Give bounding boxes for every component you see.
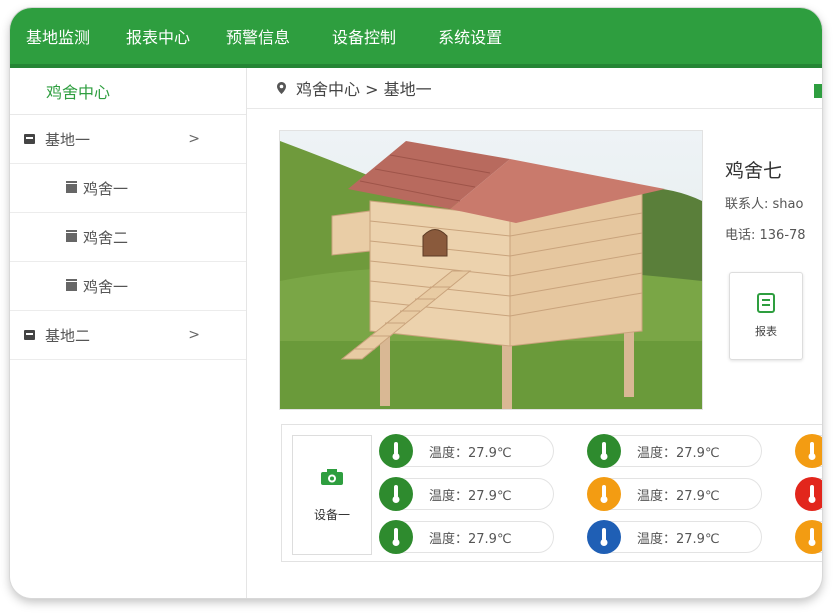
top-navigation: 基地监测 报表中心 预警信息 设备控制 系统设置 [10, 8, 822, 68]
coop-info: 鸡舍七 联系人: shao 电话: 136-78 [725, 156, 822, 255]
coop-icon [66, 278, 77, 291]
sensor-reading[interactable]: 温度：27.9℃ [587, 477, 762, 511]
base-icon [24, 134, 35, 144]
report-icon [757, 293, 775, 313]
sidebar-item-label: 基地二 [45, 326, 91, 345]
scroll-indicator [814, 84, 822, 98]
report-button[interactable]: 报表 [729, 272, 803, 360]
thermometer-icon [600, 442, 608, 460]
contact-phone: 电话: 136-78 [725, 228, 806, 243]
nav-report-center[interactable]: 报表中心 [106, 8, 206, 64]
sensor-reading[interactable]: 温度：27.9℃ [587, 520, 762, 554]
app-window: 基地监测 报表中心 预警信息 设备控制 系统设置 鸡舍中心 基地一 > 鸡舍一 … [10, 8, 822, 598]
coop-icon [66, 180, 77, 193]
sidebar-item-label: 鸡舍一 [83, 179, 129, 198]
sidebar-item-base-2[interactable]: 基地二 > [10, 311, 246, 360]
breadcrumb: 鸡舍中心 > 基地一 [247, 68, 822, 109]
sensor-status-dot [379, 520, 413, 554]
coop-name: 鸡舍七 [725, 160, 783, 182]
sidebar-item-base-1[interactable]: 基地一 > [10, 115, 246, 164]
device-card[interactable]: 设备一 [292, 435, 372, 555]
sensor-reading[interactable]: 温度：27.9℃ [379, 477, 554, 511]
device-label: 设备一 [313, 507, 350, 522]
sensor-text: 温度：27.9℃ [429, 445, 512, 461]
contact-person: 联系人: shao [725, 197, 804, 212]
sidebar-item-coop-1[interactable]: 鸡舍一 [10, 164, 246, 213]
device-panel: 设备一 温度：27.9℃ 温度：27.9℃ 温度：27.9℃ 温度：27.9℃ 温度：2… [281, 424, 822, 562]
sensor-status-dot [795, 434, 822, 468]
main-content: 鸡舍中心 > 基地一 鸡舍七 联系人: shao 电话: 136-78 报表 设… [247, 68, 822, 598]
base-icon [24, 330, 35, 340]
location-pin-icon [277, 82, 286, 94]
sensor-status-dot [795, 520, 822, 554]
thermometer-icon [808, 528, 816, 546]
thermometer-icon [392, 528, 400, 546]
sidebar-title: 鸡舍中心 [10, 68, 246, 115]
thermometer-icon [808, 485, 816, 503]
breadcrumb-text: 鸡舍中心 > 基地一 [296, 80, 432, 99]
sidebar-item-label: 基地一 [45, 130, 91, 149]
chevron-right-icon: > [188, 327, 200, 343]
thermometer-icon [392, 442, 400, 460]
sensor-status-dot [587, 520, 621, 554]
sensor-reading[interactable] [795, 434, 822, 468]
nav-alert-info[interactable]: 预警信息 [206, 8, 306, 64]
nav-device-control[interactable]: 设备控制 [306, 8, 412, 64]
sensor-text: 温度：27.9℃ [429, 488, 512, 504]
sensor-status-dot [379, 477, 413, 511]
sensor-text: 温度：27.9℃ [429, 531, 512, 547]
sensor-status-dot [795, 477, 822, 511]
thermometer-icon [808, 442, 816, 460]
sidebar-item-coop-3[interactable]: 鸡舍一 [10, 262, 246, 311]
sensor-reading[interactable]: 温度：27.9℃ [379, 434, 554, 468]
sidebar-item-label: 鸡舍二 [83, 228, 129, 247]
thermometer-icon [600, 528, 608, 546]
coop-photo [279, 130, 703, 410]
sensor-text: 温度：27.9℃ [637, 488, 720, 504]
sidebar: 鸡舍中心 基地一 > 鸡舍一 鸡舍二 鸡舍一 基地二 > [10, 68, 247, 598]
sidebar-item-coop-2[interactable]: 鸡舍二 [10, 213, 246, 262]
nav-system-settings[interactable]: 系统设置 [412, 8, 518, 64]
thermometer-icon [392, 485, 400, 503]
sensor-reading[interactable] [795, 477, 822, 511]
sensor-status-dot [587, 434, 621, 468]
report-label: 报表 [755, 325, 777, 338]
chevron-right-icon: > [188, 131, 200, 147]
sidebar-item-label: 鸡舍一 [83, 277, 129, 296]
sensor-reading[interactable]: 温度：27.9℃ [379, 520, 554, 554]
thermometer-icon [600, 485, 608, 503]
sensor-status-dot [587, 477, 621, 511]
sensor-reading[interactable]: 温度：27.9℃ [587, 434, 762, 468]
sensor-text: 温度：27.9℃ [637, 531, 720, 547]
sensor-status-dot [379, 434, 413, 468]
camera-icon [321, 468, 343, 485]
nav-base-monitoring[interactable]: 基地监测 [10, 8, 106, 64]
sensor-text: 温度：27.9℃ [637, 445, 720, 461]
chicken-coop-image [280, 131, 702, 409]
coop-icon [66, 229, 77, 242]
sensor-reading[interactable] [795, 520, 822, 554]
